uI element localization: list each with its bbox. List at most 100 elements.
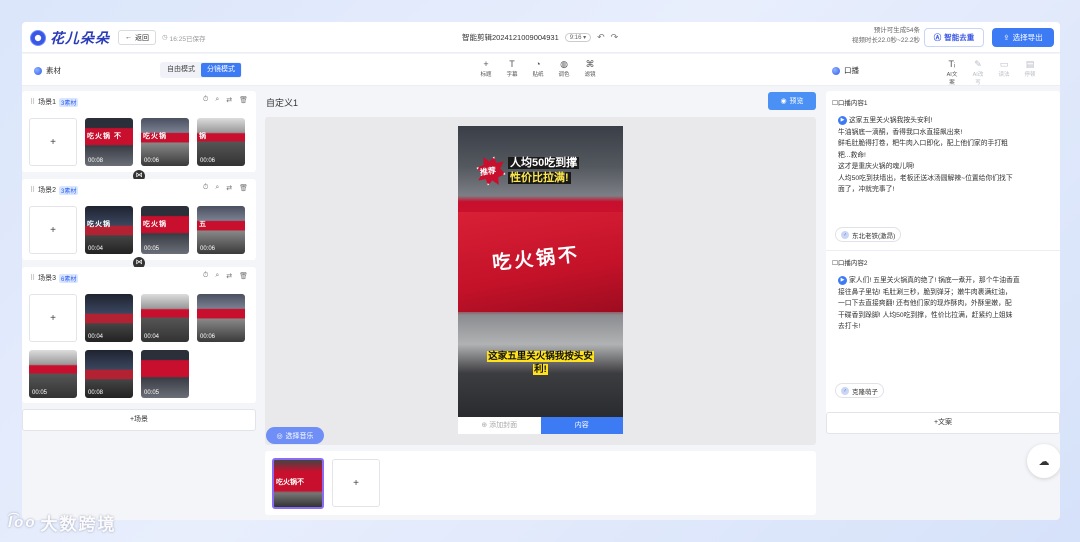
split-mode-tab[interactable]: 分镜模式 [201, 63, 241, 77]
clip-thumbnail[interactable]: 00:05 [29, 350, 77, 398]
clip-thumbnail[interactable]: 00:06 [197, 294, 245, 342]
script-label-text: 口播内容2 [837, 260, 868, 267]
caption-line-1: 这家五里关火锅我按头安 [487, 351, 594, 362]
clip-thumbnail[interactable]: 吃火锅 00:05 [141, 206, 189, 254]
edit-tools: + 标题 T 字幕 ◔ 贴纸 ◍ 调色 ⌘ 滤镜 [478, 59, 598, 78]
search-icon[interactable]: ⌕ [215, 96, 219, 104]
add-clip-button[interactable]: + [29, 118, 77, 166]
tool-title[interactable]: + 标题 [478, 59, 494, 78]
clip-grid: + 00:04 00:04 00:06 00:05 00:08 00:05 [29, 294, 245, 398]
tool-pause[interactable]: ▤ 停顿 [1022, 59, 1038, 86]
drag-handle-icon[interactable]: ⠿ [30, 274, 35, 282]
clip-thumbnail[interactable]: 吃火锅 00:06 [141, 118, 189, 166]
export-button[interactable]: ⇪ 选择导出 [992, 28, 1054, 47]
add-clip-button[interactable]: + [29, 294, 77, 342]
free-mode-tab[interactable]: 自由模式 [161, 63, 201, 77]
eye-icon: ◉ [780, 98, 787, 105]
clip-grid: + 吃火锅 00:04 吃火锅 00:05 五 00:06 [29, 206, 245, 254]
filter-icon: ⌘ [585, 59, 595, 69]
play-icon[interactable]: ▶ [838, 275, 847, 285]
delete-icon[interactable]: 🗑 [239, 272, 248, 280]
shuffle-icon[interactable]: ⇄ [226, 96, 232, 104]
ai-icon: Ⓐ [933, 33, 942, 42]
clip-thumb-text: 吃火锅 不 [87, 133, 122, 140]
clip-thumbnail[interactable]: 00:04 [141, 294, 189, 342]
clip-thumbnail[interactable]: 五 00:06 [197, 206, 245, 254]
aspect-ratio-select[interactable]: 9:16 ▾ [564, 33, 592, 42]
watermark: l͡oo 大数跨境 [8, 510, 117, 535]
clip-grid: + 吃火锅 不 00:08 吃火锅 00:06 锅 00:06 [29, 118, 245, 166]
timeline-clip[interactable]: 吃火锅不 [272, 458, 324, 509]
script-text[interactable]: ▶ 这家五里关火锅我按头安利! 牛油锅底一滴酮，香得我口水直接飙出来! 鲜毛肚脆得… [838, 115, 1054, 196]
select-music-button[interactable]: ◎ 选择音乐 [266, 427, 324, 444]
smart-dedupe-label: 智能去重 [944, 33, 975, 42]
clip-duration: 00:04 [88, 334, 104, 340]
voice-selector[interactable]: ♂ 克隆萌子 [835, 383, 884, 398]
tool-sticker[interactable]: ◔ 贴纸 [530, 59, 546, 78]
clip-duration: 00:04 [88, 246, 104, 252]
add-clip-button[interactable]: + [29, 206, 77, 254]
toolbar: 素材 自由模式 分镜模式 + 标题 T 字幕 ◔ 贴纸 ◍ 调色 ⌘ 滤镜 口播 Tᵢ AI… [22, 54, 1060, 86]
add-timeline-clip-button[interactable]: + [332, 459, 380, 507]
arrow-left-icon: ← [125, 34, 132, 41]
voice-selector[interactable]: ♂ 东北老铁(激昂) [835, 227, 902, 242]
play-icon[interactable]: ▶ [838, 115, 847, 125]
redo-icon[interactable]: ↷ [611, 32, 619, 43]
tool-pronunciation[interactable]: ▭ 读法 [996, 59, 1012, 86]
script-label: ☐口播内容1 [832, 97, 867, 107]
clip-thumb-text: 五 [199, 221, 207, 228]
tool-label: AI改写 [972, 72, 984, 86]
clip-thumb-text: 吃火锅 [87, 221, 111, 228]
tool-subtitle[interactable]: T 字幕 [504, 59, 520, 78]
script-panel: ☐口播内容1 ▶ 这家五里关火锅我按头安利! 牛油锅底一滴酮，香得我口水直接飙出来… [826, 91, 1060, 431]
clip-thumbnail[interactable]: 00:04 [85, 294, 133, 342]
clip-thumbnail[interactable]: 00:08 [85, 350, 133, 398]
clip-duration: 00:08 [88, 158, 104, 164]
content-tab[interactable]: 内容 [540, 417, 623, 434]
clip-thumbnail[interactable]: 吃火锅 不 00:08 [85, 118, 133, 166]
clip-thumb-text: 吃火锅 [143, 133, 167, 140]
script-line: 鲜毛肚脆得打卷，粑牛肉入口即化，配上他们家的手打粗 [838, 140, 1008, 147]
generation-estimate: 预计可生成54条 视频时长22.0秒~22.2秒 [834, 26, 920, 46]
delete-icon[interactable]: 🗑 [239, 184, 248, 192]
preview-button[interactable]: ◉ 预览 [768, 92, 816, 110]
add-cover-tab[interactable]: ⊕ 添加封面 [458, 417, 541, 434]
video-preview[interactable]: 吃火锅不 推荐 人均50吃到撑 性价比拉满! 这家五里关火锅我按头安 利! [458, 126, 623, 417]
clip-duration: 00:05 [32, 390, 48, 396]
scene-name: 场景3 [38, 275, 57, 282]
headline-title[interactable]: 人均50吃到撑 性价比拉满! [508, 156, 580, 186]
clip-count-badge: 3素材 [59, 97, 79, 107]
clip-thumbnail[interactable]: 锅 00:06 [197, 118, 245, 166]
back-button[interactable]: ← 返回 [118, 30, 156, 45]
drag-handle-icon[interactable]: ⠿ [30, 98, 35, 106]
delete-icon[interactable]: 🗑 [239, 96, 248, 104]
tool-ai-copy[interactable]: Tᵢ AI文案 [944, 59, 960, 86]
drag-handle-icon[interactable]: ⠿ [30, 186, 35, 194]
tool-filter[interactable]: ⌘ 滤镜 [582, 59, 598, 78]
shuffle-icon[interactable]: ⇄ [226, 272, 232, 280]
add-scene-button[interactable]: +场景 [22, 409, 256, 431]
smart-dedupe-button[interactable]: Ⓐ 智能去重 [924, 28, 984, 47]
search-icon[interactable]: ⌕ [215, 184, 219, 192]
tool-color[interactable]: ◍ 调色 [556, 59, 572, 78]
editor-title: 自定义1 [266, 98, 299, 108]
timer-icon[interactable]: ⏱ [203, 184, 208, 192]
script-line: 粑...救命! [838, 151, 866, 159]
scene-header: ⠿ 场景1 3素材 [30, 97, 79, 107]
search-icon[interactable]: ⌕ [215, 272, 219, 280]
tool-ai-rewrite[interactable]: ✎ AI改写 [970, 59, 986, 86]
oral-title: 口播 [844, 66, 859, 75]
clip-thumbnail[interactable]: 00:05 [141, 350, 189, 398]
timer-icon[interactable]: ⏱ [203, 272, 208, 280]
timer-icon[interactable]: ⏱ [203, 96, 208, 104]
script-line: 接往鼻子里钻! 毛肚涮三秒，脆到弹牙；嫩牛肉裹满红油， [838, 288, 1012, 296]
document-name[interactable]: 智能剪辑20241210090049​31 [462, 32, 559, 43]
undo-icon[interactable]: ↶ [597, 32, 605, 43]
add-copy-button[interactable]: +文案 [826, 412, 1060, 434]
tool-label: AI文案 [946, 72, 958, 86]
clip-thumbnail[interactable]: 吃火锅 00:04 [85, 206, 133, 254]
script-text[interactable]: ▶ 家人们! 五里关火锅真的绝了! 锅底一煮开，那个牛油香直 接往鼻子里钻! 毛肚… [838, 275, 1054, 333]
subtitle-caption[interactable]: 这家五里关火锅我按头安 利! [478, 350, 603, 376]
cloud-upload-icon[interactable]: ☁ [1027, 444, 1060, 478]
shuffle-icon[interactable]: ⇄ [226, 184, 232, 192]
